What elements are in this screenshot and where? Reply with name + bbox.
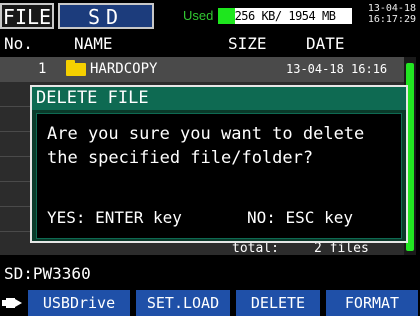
usbdrive-button[interactable]: USBDrive bbox=[28, 290, 132, 316]
dialog-message: Are you sure you want to delete the spec… bbox=[47, 124, 365, 168]
tab-sd[interactable]: SD bbox=[58, 3, 154, 29]
usb-plug-icon bbox=[2, 298, 22, 308]
storage-usage-text: 256 KB/ 1954 MB bbox=[234, 9, 336, 23]
top-bar: FILE SD Used 256 KB/ 1954 MB 13-04-18 16… bbox=[0, 0, 420, 31]
column-name: NAME bbox=[74, 34, 113, 53]
folder-icon bbox=[66, 60, 86, 76]
storage-usage-bar: 256 KB/ 1954 MB bbox=[218, 8, 352, 24]
file-row[interactable]: 1 HARDCOPY 13-04-18 16:16 bbox=[0, 57, 404, 82]
used-label: Used bbox=[183, 8, 214, 23]
file-date: 13-04-18 16:16 bbox=[286, 62, 388, 76]
file-name: HARDCOPY bbox=[90, 61, 158, 77]
column-header: No. NAME SIZE DATE bbox=[0, 31, 420, 57]
clock-date: 13-04-18 bbox=[367, 3, 416, 14]
dialog-yes-hint[interactable]: YES: ENTER key bbox=[47, 208, 182, 227]
dialog-no-hint[interactable]: NO: ESC key bbox=[247, 208, 353, 227]
set-load-button[interactable]: SET.LOAD bbox=[136, 290, 232, 316]
dialog-body: Are you sure you want to delete the spec… bbox=[36, 113, 402, 239]
column-no: No. bbox=[4, 34, 33, 53]
status-bar: SD:PW3360 bbox=[0, 262, 420, 286]
format-button[interactable]: FORMAT bbox=[326, 290, 420, 316]
clock-time: 16:17:29 bbox=[367, 14, 416, 25]
tab-file[interactable]: FILE bbox=[0, 3, 54, 29]
column-date: DATE bbox=[306, 34, 345, 53]
delete-button[interactable]: DELETE bbox=[236, 290, 322, 316]
current-path: SD:PW3360 bbox=[4, 264, 91, 283]
clock: 13-04-18 16:17:29 bbox=[368, 3, 416, 25]
dialog-title: DELETE FILE bbox=[32, 87, 406, 110]
function-key-bar: USBDrive SET.LOAD DELETE FORMAT bbox=[0, 290, 420, 316]
column-size: SIZE bbox=[228, 34, 267, 53]
delete-file-dialog: DELETE FILE Are you sure you want to del… bbox=[30, 85, 408, 243]
device-screen: FILE SD Used 256 KB/ 1954 MB 13-04-18 16… bbox=[0, 0, 420, 316]
file-no: 1 bbox=[38, 61, 47, 77]
